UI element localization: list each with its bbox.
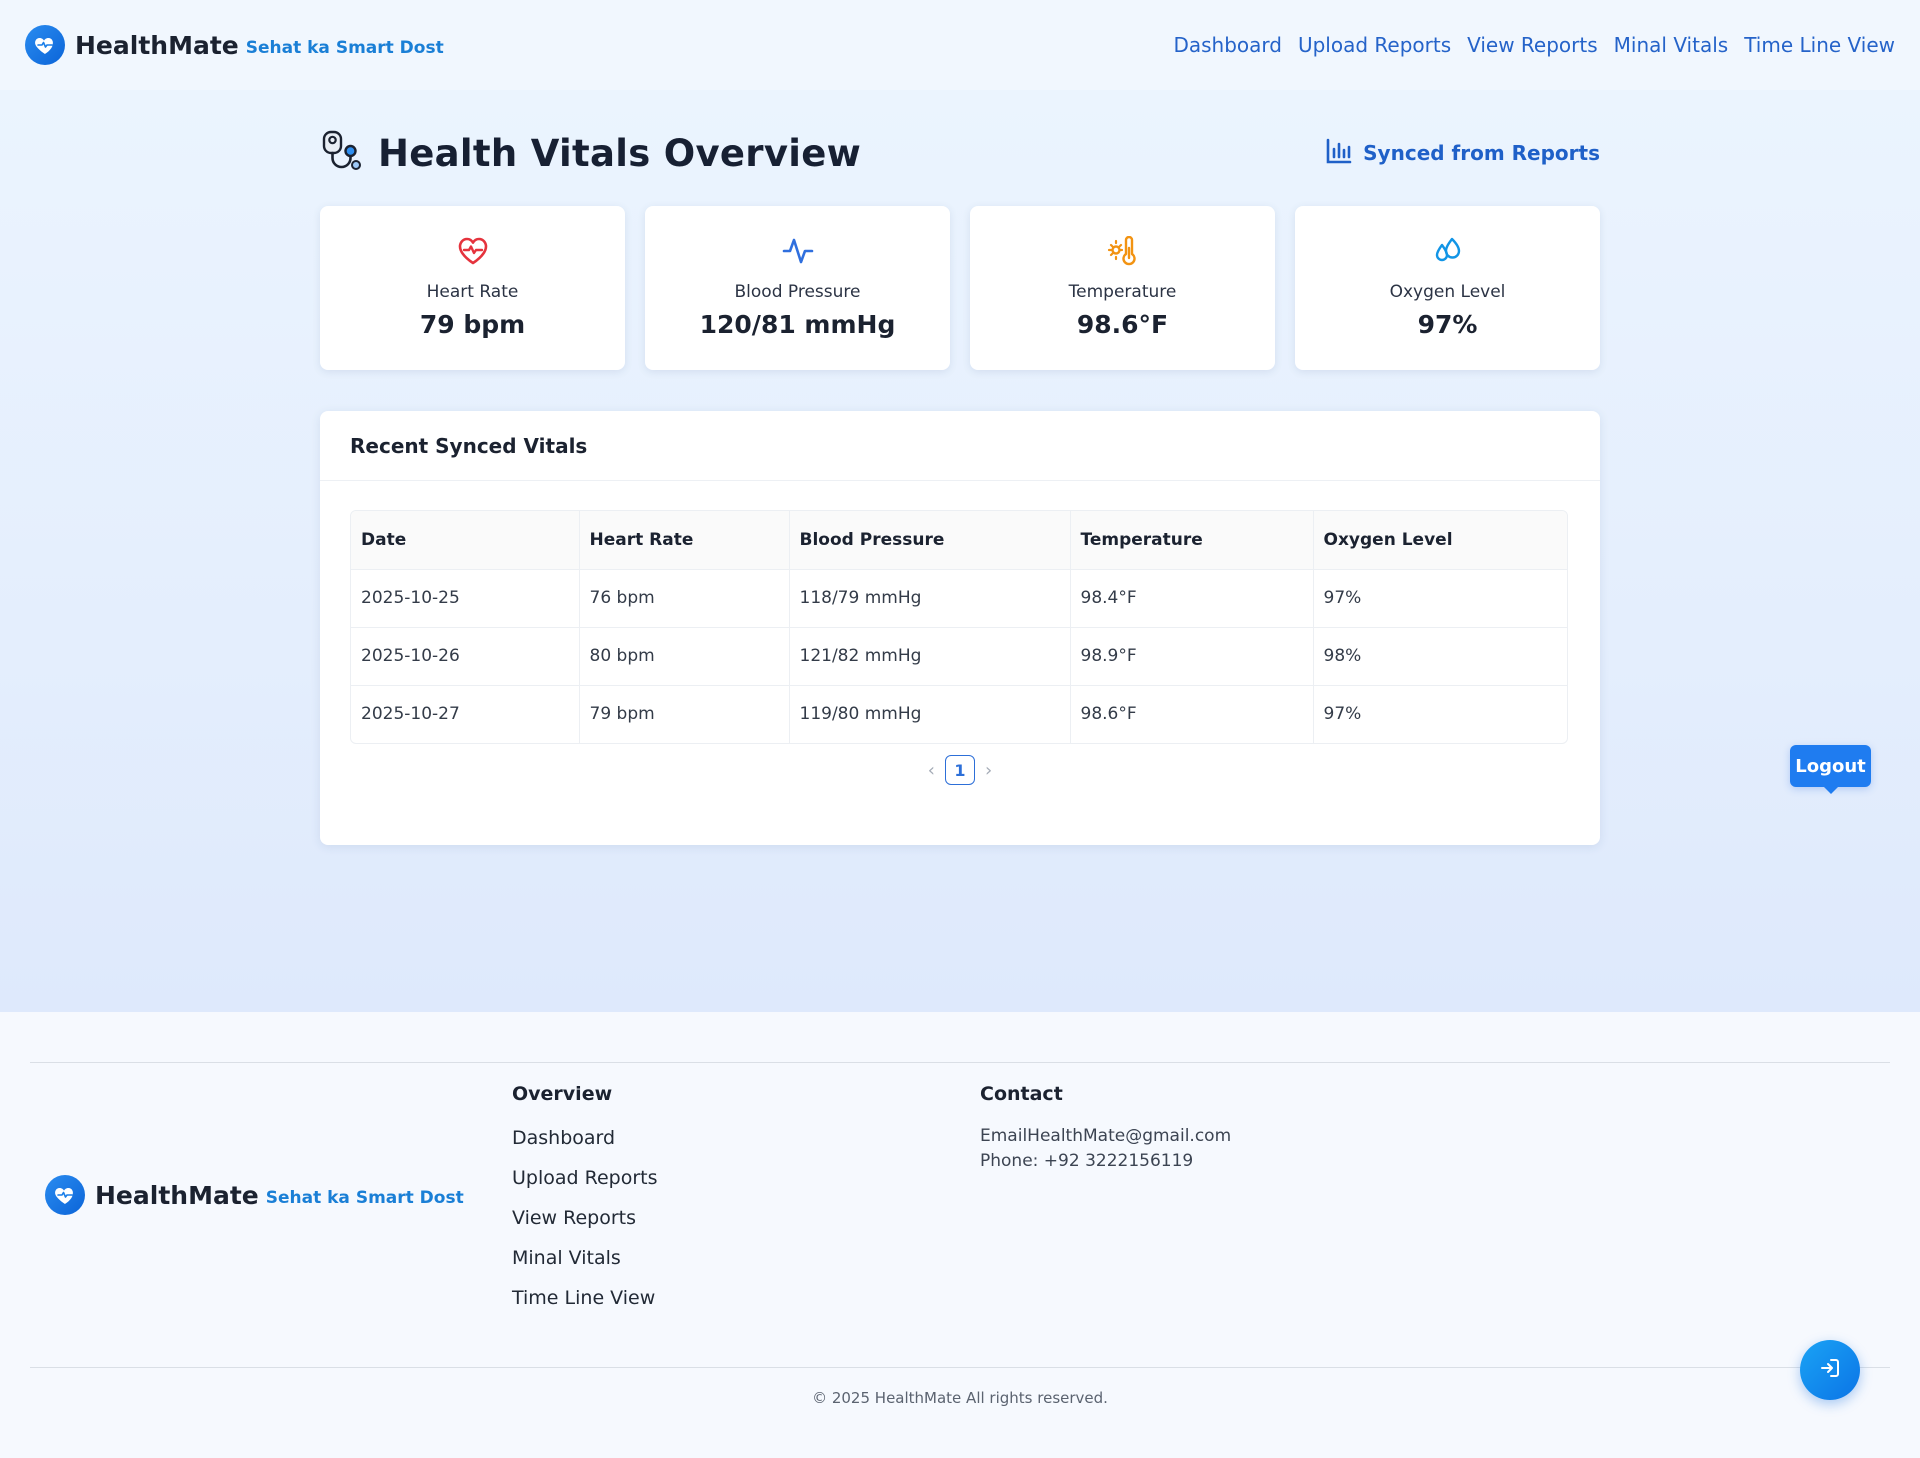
pagination-next-button[interactable]: › bbox=[985, 760, 992, 781]
footer-brand-name: HealthMate bbox=[95, 1180, 259, 1210]
footer-divider bbox=[30, 1367, 1890, 1368]
table-cell: 80 bpm bbox=[579, 627, 790, 686]
table-cell: 118/79 mmHg bbox=[789, 569, 1071, 628]
activity-icon bbox=[782, 236, 814, 270]
footer-link-time-line-view[interactable]: Time Line View bbox=[512, 1287, 655, 1309]
table-cell: 98.6°F bbox=[1070, 685, 1314, 743]
footer-brand[interactable]: HealthMate Sehat ka Smart Dost bbox=[45, 1175, 464, 1215]
heart-pulse-icon bbox=[457, 236, 489, 270]
table-row: 2025-10-25 76 bpm 118/79 mmHg 98.4°F 97% bbox=[351, 569, 1567, 628]
pagination-page-1[interactable]: 1 bbox=[945, 755, 975, 785]
column-header: Heart Rate bbox=[579, 511, 790, 570]
footer-divider bbox=[30, 1062, 1890, 1063]
footer-phone: Phone: +92 3222156119 bbox=[980, 1151, 1194, 1171]
recent-vitals-panel: Recent Synced Vitals Date Heart Rate Blo… bbox=[320, 411, 1600, 845]
pagination-prev-button[interactable]: ‹ bbox=[928, 760, 935, 781]
table-cell: 98.9°F bbox=[1070, 627, 1314, 686]
brand-tagline: Sehat ka Smart Dost bbox=[245, 38, 444, 58]
card-label: Heart Rate bbox=[426, 282, 519, 302]
main-content: Health Vitals Overview Synced from Repor… bbox=[0, 90, 1920, 1012]
vitals-cards: Heart Rate 79 bpm Blood Pressure 120/81 … bbox=[320, 206, 1600, 370]
logout-fab-button[interactable] bbox=[1800, 1340, 1860, 1400]
footer-link-upload-reports[interactable]: Upload Reports bbox=[512, 1167, 658, 1189]
main-nav: Dashboard Upload Reports View Reports Mi… bbox=[1157, 33, 1895, 57]
log-in-icon bbox=[1819, 1357, 1841, 1383]
footer-contact-title: Contact bbox=[980, 1083, 1063, 1105]
footer-link-dashboard[interactable]: Dashboard bbox=[512, 1127, 615, 1149]
stethoscope-icon bbox=[320, 129, 364, 177]
brand[interactable]: HealthMate Sehat ka Smart Dost bbox=[25, 25, 444, 65]
footer-link-minal-vitals[interactable]: Minal Vitals bbox=[512, 1247, 621, 1269]
card-value: 97% bbox=[1417, 310, 1478, 339]
table-row: 2025-10-27 79 bpm 119/80 mmHg 98.6°F 97% bbox=[351, 685, 1567, 743]
card-value: 79 bpm bbox=[419, 310, 526, 339]
footer: HealthMate Sehat ka Smart Dost Overview … bbox=[0, 1012, 1920, 1458]
temperature-card: Temperature 98.6°F bbox=[970, 206, 1275, 370]
heart-logo-icon bbox=[45, 1175, 85, 1215]
page-title: Health Vitals Overview bbox=[378, 131, 862, 175]
table-cell: 97% bbox=[1313, 569, 1567, 628]
table-cell: 121/82 mmHg bbox=[789, 627, 1071, 686]
heart-logo-icon bbox=[25, 25, 65, 65]
page: HealthMate Sehat ka Smart Dost Dashboard… bbox=[0, 0, 1920, 1458]
synced-indicator: Synced from Reports bbox=[1325, 137, 1600, 170]
table-cell: 98.4°F bbox=[1070, 569, 1314, 628]
card-label: Temperature bbox=[1068, 282, 1177, 302]
footer-link-view-reports[interactable]: View Reports bbox=[512, 1207, 636, 1229]
thermometer-sun-icon bbox=[1107, 235, 1139, 270]
table-cell: 119/80 mmHg bbox=[789, 685, 1071, 743]
bar-chart-icon bbox=[1325, 137, 1353, 170]
table-cell: 97% bbox=[1323, 704, 1362, 725]
table-cell: 2025-10-27 bbox=[351, 685, 580, 743]
logout-tooltip-button[interactable]: Logout bbox=[1790, 745, 1871, 794]
table-cell: 98% bbox=[1313, 627, 1567, 686]
synced-label: Synced from Reports bbox=[1363, 141, 1600, 165]
footer-email: EmailHealthMate@gmail.com bbox=[980, 1126, 1232, 1146]
nav-time-line-view[interactable]: Time Line View bbox=[1744, 33, 1895, 57]
nav-upload-reports[interactable]: Upload Reports bbox=[1298, 33, 1451, 57]
card-value: 120/81 mmHg bbox=[699, 310, 896, 339]
table-cell: 76 bpm bbox=[579, 569, 790, 628]
nav-dashboard[interactable]: Dashboard bbox=[1173, 33, 1282, 57]
table-cell: 2025-10-26 bbox=[351, 627, 580, 686]
panel-title: Recent Synced Vitals bbox=[320, 411, 1600, 481]
blood-pressure-card: Blood Pressure 120/81 mmHg bbox=[645, 206, 950, 370]
copyright: © 2025 HealthMate All rights reserved. bbox=[812, 1389, 1108, 1407]
column-header: Temperature bbox=[1070, 511, 1314, 570]
nav-view-reports[interactable]: View Reports bbox=[1467, 33, 1598, 57]
card-value: 98.6°F bbox=[1076, 310, 1169, 339]
top-navbar: HealthMate Sehat ka Smart Dost Dashboard… bbox=[0, 0, 1920, 90]
pagination: ‹ 1 › bbox=[320, 755, 1600, 785]
heart-rate-card: Heart Rate 79 bpm bbox=[320, 206, 625, 370]
title-group: Health Vitals Overview bbox=[320, 129, 861, 177]
card-label: Oxygen Level bbox=[1389, 282, 1506, 302]
card-label: Blood Pressure bbox=[734, 282, 861, 302]
table-header-row: Date Heart Rate Blood Pressure Temperatu… bbox=[351, 511, 1567, 570]
table-cell: 2025-10-25 bbox=[351, 569, 580, 628]
table-cell: 79 bpm bbox=[579, 685, 790, 743]
droplets-icon bbox=[1432, 236, 1464, 270]
title-row: Health Vitals Overview Synced from Repor… bbox=[320, 128, 1600, 178]
vitals-table: Date Heart Rate Blood Pressure Temperatu… bbox=[350, 510, 1568, 744]
footer-overview-title: Overview bbox=[512, 1083, 613, 1105]
footer-brand-tagline: Sehat ka Smart Dost bbox=[265, 1188, 464, 1208]
brand-name: HealthMate bbox=[75, 30, 239, 60]
column-header: Oxygen Level bbox=[1313, 511, 1567, 570]
table-row: 2025-10-26 80 bpm 121/82 mmHg 98.9°F 98% bbox=[351, 627, 1567, 686]
column-header: Date bbox=[351, 511, 580, 570]
nav-minal-vitals[interactable]: Minal Vitals bbox=[1614, 33, 1729, 57]
oxygen-level-card: Oxygen Level 97% bbox=[1295, 206, 1600, 370]
column-header: Blood Pressure bbox=[789, 511, 1071, 570]
